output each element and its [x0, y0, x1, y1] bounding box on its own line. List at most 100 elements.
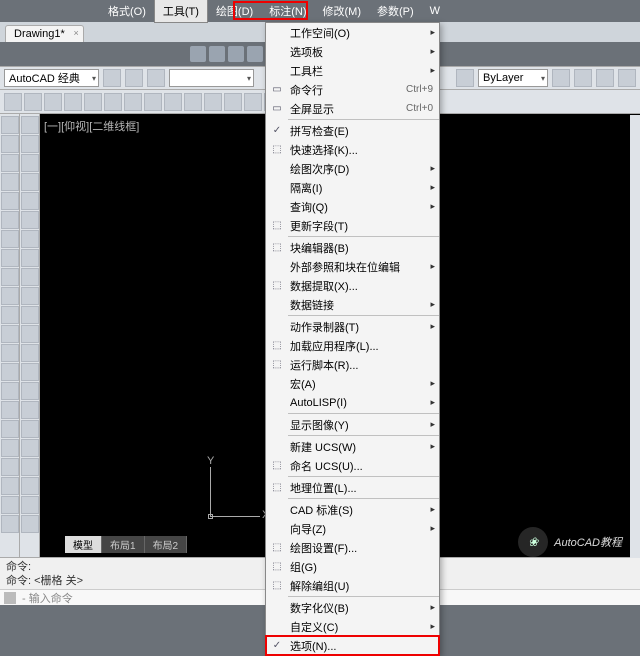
menu-参数P[interactable]: 参数(P) — [369, 0, 422, 22]
menu-item-更新字段T[interactable]: ⬚更新字段(T) — [266, 216, 439, 235]
toolbar-icon[interactable] — [44, 93, 62, 111]
tool-icon[interactable] — [21, 249, 39, 267]
toolbar-icon[interactable] — [124, 93, 142, 111]
tool-icon[interactable] — [1, 401, 19, 419]
tool-icon[interactable] — [21, 401, 39, 419]
tool-icon[interactable] — [21, 268, 39, 286]
toolbar-icon[interactable] — [147, 69, 165, 87]
toolbar-icon[interactable] — [204, 93, 222, 111]
tool-icon[interactable] — [21, 192, 39, 210]
tool-icon[interactable] — [1, 325, 19, 343]
workspace-combo[interactable]: AutoCAD 经典 — [4, 69, 99, 87]
menu-item-外部参照和块在位编辑[interactable]: 外部参照和块在位编辑▸ — [266, 257, 439, 276]
menu-item-查询Q[interactable]: 查询(Q)▸ — [266, 197, 439, 216]
tool-icon[interactable] — [1, 230, 19, 248]
menu-item-拼写检查E[interactable]: ✓拼写检查(E) — [266, 121, 439, 140]
layout-tab[interactable]: 布局2 — [145, 536, 188, 553]
tool-icon[interactable] — [21, 382, 39, 400]
close-icon[interactable]: × — [73, 28, 78, 38]
tool-icon[interactable] — [1, 192, 19, 210]
menu-W[interactable]: W — [422, 2, 448, 20]
menu-item-工作空间O[interactable]: 工作空间(O)▸ — [266, 23, 439, 42]
toolbar-icon[interactable] — [125, 69, 143, 87]
menu-item-选项N[interactable]: ✓选项(N)... — [266, 636, 439, 655]
tool-icon[interactable] — [1, 154, 19, 172]
tool-icon[interactable] — [1, 306, 19, 324]
toolbar-icon[interactable] — [4, 93, 22, 111]
toolbar-icon[interactable] — [103, 69, 121, 87]
tool-icon[interactable] — [21, 287, 39, 305]
menu-item-新建UCSW[interactable]: 新建 UCS(W)▸ — [266, 437, 439, 456]
menu-item-数字化仪B[interactable]: 数字化仪(B)▸ — [266, 598, 439, 617]
tool-icon[interactable] — [1, 135, 19, 153]
menu-item-AutoLISPI[interactable]: AutoLISP(I)▸ — [266, 393, 439, 412]
menu-绘图D[interactable]: 绘图(D) — [208, 0, 261, 22]
menu-item-运行脚本R[interactable]: ⬚运行脚本(R)... — [266, 355, 439, 374]
menu-item-块编辑器B[interactable]: ⬚块编辑器(B) — [266, 238, 439, 257]
menu-item-向导Z[interactable]: 向导(Z)▸ — [266, 519, 439, 538]
tool-icon[interactable] — [21, 173, 39, 191]
toolbar-icon[interactable] — [84, 93, 102, 111]
tool-icon[interactable] — [1, 268, 19, 286]
toolbar-icon[interactable] — [164, 93, 182, 111]
qat-icon[interactable] — [209, 46, 225, 62]
menu-item-绘图次序D[interactable]: 绘图次序(D)▸ — [266, 159, 439, 178]
tool-icon[interactable] — [21, 496, 39, 514]
qat-icon[interactable] — [228, 46, 244, 62]
tool-icon[interactable] — [21, 363, 39, 381]
toolbar-icon[interactable] — [144, 93, 162, 111]
menu-item-动作录制器T[interactable]: 动作录制器(T)▸ — [266, 317, 439, 336]
tool-icon[interactable] — [1, 363, 19, 381]
tool-icon[interactable] — [1, 116, 19, 134]
tool-icon[interactable] — [1, 515, 19, 533]
menu-item-解除编组U[interactable]: ⬚解除编组(U) — [266, 576, 439, 595]
tool-icon[interactable] — [1, 420, 19, 438]
menu-标注N[interactable]: 标注(N) — [261, 0, 314, 22]
toolbar-icon[interactable] — [456, 69, 474, 87]
menu-item-地理位置L[interactable]: ⬚地理位置(L)... — [266, 478, 439, 497]
menu-item-隔离I[interactable]: 隔离(I)▸ — [266, 178, 439, 197]
tool-icon[interactable] — [21, 135, 39, 153]
tool-icon[interactable] — [21, 458, 39, 476]
tool-icon[interactable] — [21, 116, 39, 134]
menu-item-全屏显示[interactable]: ▭全屏显示Ctrl+0 — [266, 99, 439, 118]
tool-icon[interactable] — [1, 439, 19, 457]
menu-item-宏A[interactable]: 宏(A)▸ — [266, 374, 439, 393]
toolbar-icon[interactable] — [184, 93, 202, 111]
tool-icon[interactable] — [21, 515, 39, 533]
menu-item-CAD标准S[interactable]: CAD 标准(S)▸ — [266, 500, 439, 519]
toolbar-icon[interactable] — [104, 93, 122, 111]
toolbar-icon[interactable] — [618, 69, 636, 87]
menu-item-数据链接[interactable]: 数据链接▸ — [266, 295, 439, 314]
tool-icon[interactable] — [1, 344, 19, 362]
menu-item-选项板[interactable]: 选项板▸ — [266, 42, 439, 61]
tool-icon[interactable] — [1, 382, 19, 400]
menu-item-绘图设置F[interactable]: ⬚绘图设置(F)... — [266, 538, 439, 557]
tool-icon[interactable] — [21, 211, 39, 229]
menu-item-显示图像Y[interactable]: 显示图像(Y)▸ — [266, 415, 439, 434]
color-combo[interactable]: ByLayer — [478, 69, 548, 87]
tool-icon[interactable] — [1, 211, 19, 229]
tool-icon[interactable] — [21, 420, 39, 438]
qat-icon[interactable] — [190, 46, 206, 62]
menu-修改M[interactable]: 修改(M) — [315, 0, 370, 22]
menu-item-组G[interactable]: ⬚组(G) — [266, 557, 439, 576]
toolbar-icon[interactable] — [552, 69, 570, 87]
menu-格式O[interactable]: 格式(O) — [100, 0, 154, 22]
tool-icon[interactable] — [1, 173, 19, 191]
tool-icon[interactable] — [21, 325, 39, 343]
menu-item-工具栏[interactable]: 工具栏▸ — [266, 61, 439, 80]
tool-icon[interactable] — [1, 496, 19, 514]
tool-icon[interactable] — [1, 287, 19, 305]
toolbar-icon[interactable] — [596, 69, 614, 87]
toolbar-icon[interactable] — [24, 93, 42, 111]
tool-icon[interactable] — [21, 154, 39, 172]
tool-icon[interactable] — [1, 249, 19, 267]
toolbar-icon[interactable] — [224, 93, 242, 111]
menu-item-数据提取X[interactable]: ⬚数据提取(X)... — [266, 276, 439, 295]
menu-item-快速选择K[interactable]: ⬚快速选择(K)... — [266, 140, 439, 159]
tool-icon[interactable] — [1, 477, 19, 495]
toolbar-icon[interactable] — [574, 69, 592, 87]
menu-工具T[interactable]: 工具(T) — [154, 0, 208, 23]
toolbar-icon[interactable] — [244, 93, 262, 111]
